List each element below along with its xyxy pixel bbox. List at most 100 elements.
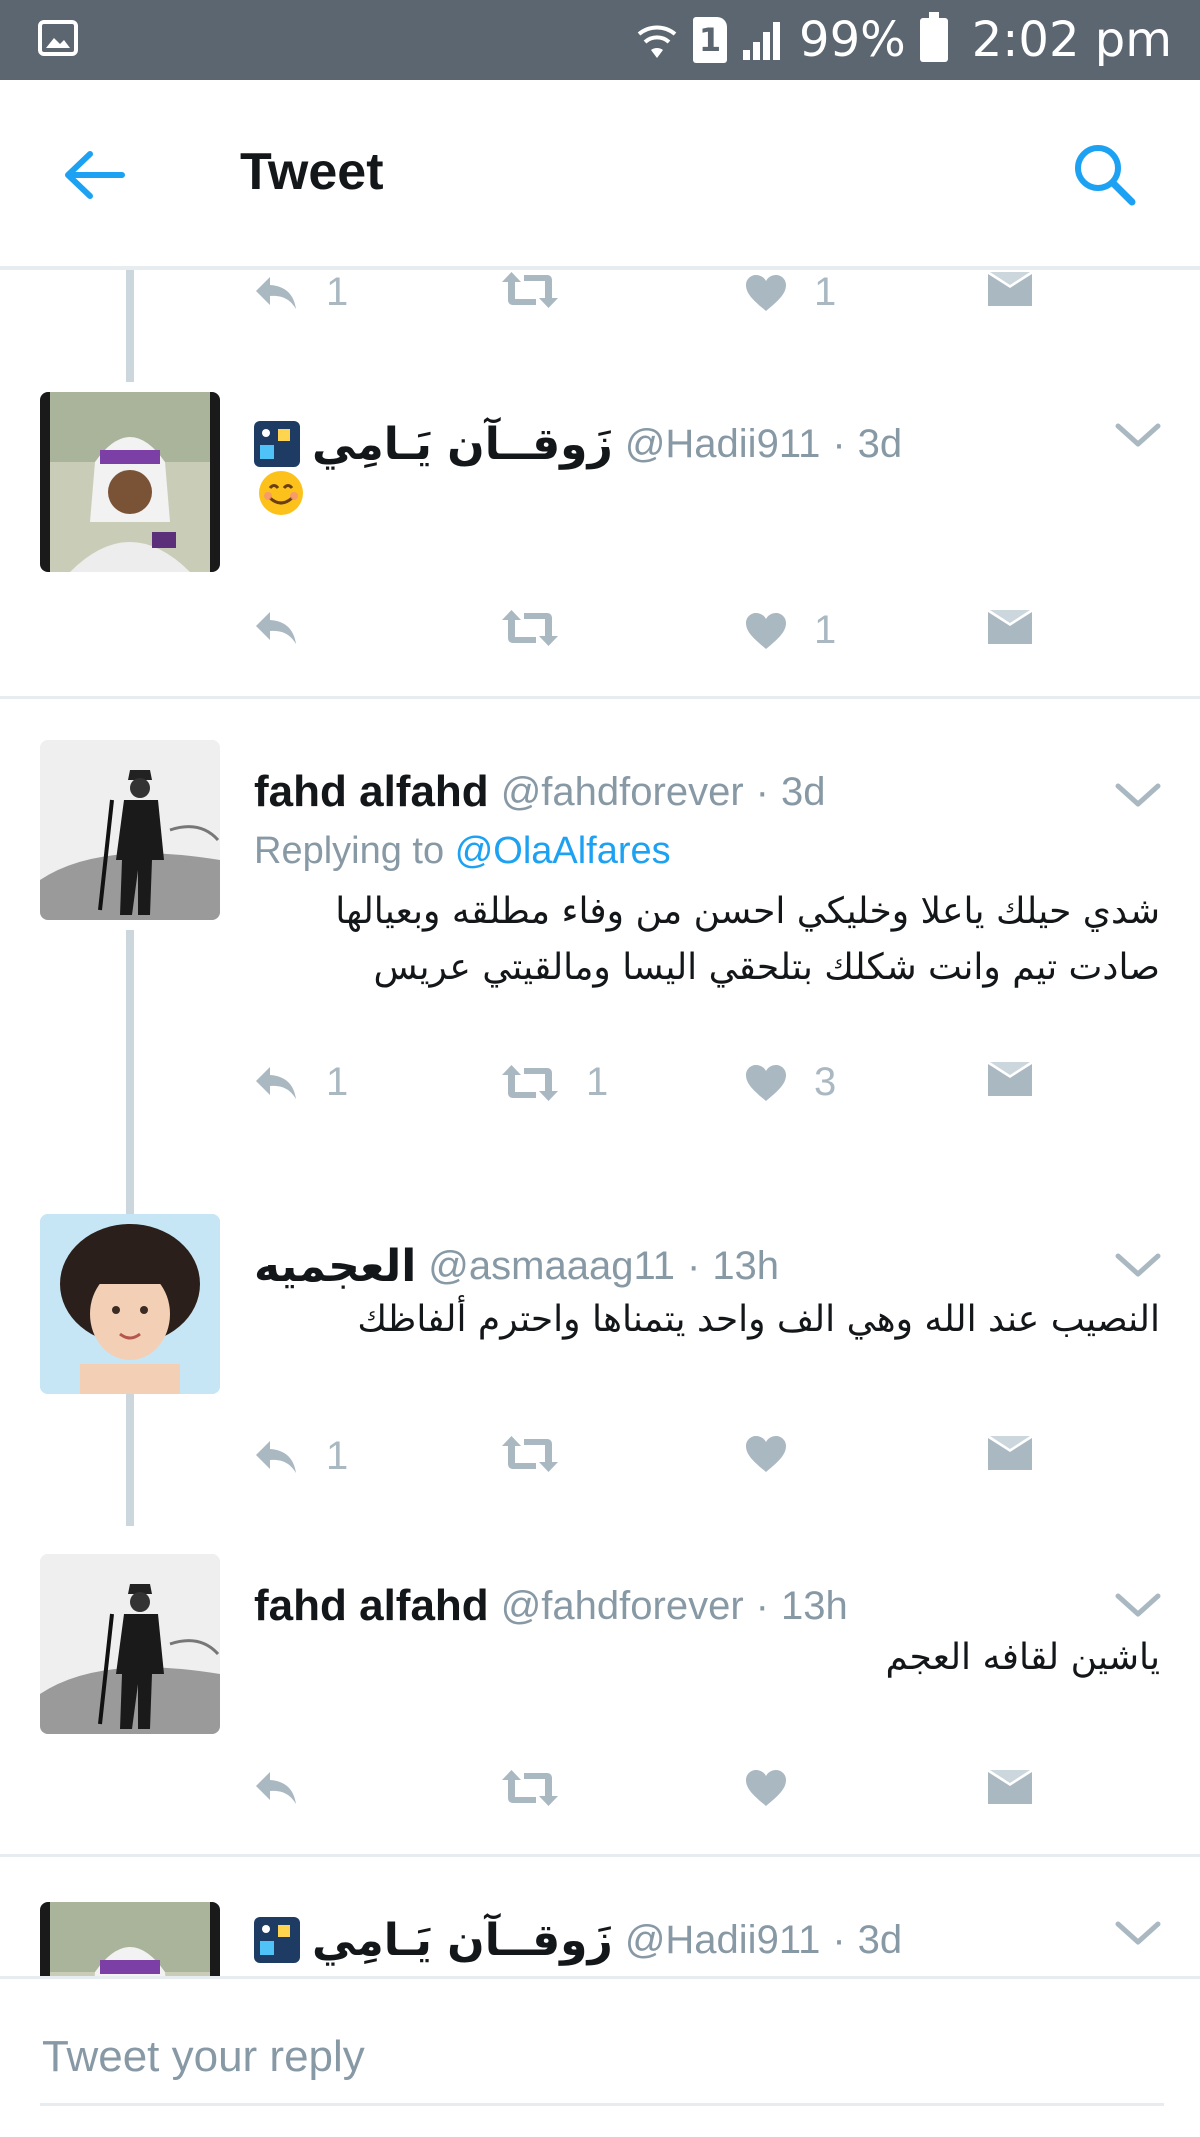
user-photo <box>40 1554 220 1734</box>
user-handle[interactable]: @Hadii911 <box>625 422 821 467</box>
replying-to: Replying to @OlaAlfares <box>254 830 671 873</box>
reply-count: 1 <box>326 1434 349 1478</box>
retweet-button[interactable]: 1 <box>500 1060 608 1105</box>
user-handle[interactable]: @Hadii911 <box>625 1918 821 1963</box>
separator-dot: · <box>686 1243 701 1288</box>
retweet-icon <box>500 1063 560 1103</box>
reply-button[interactable] <box>252 1768 326 1808</box>
chevron-down-icon[interactable] <box>1114 1590 1162 1620</box>
chevron-down-icon[interactable] <box>1114 780 1162 810</box>
user-handle[interactable]: @fahdforever <box>501 1584 744 1629</box>
divider <box>0 696 1200 699</box>
retweet-button[interactable] <box>500 1434 586 1474</box>
action-row <box>0 1768 1200 1828</box>
action-row: 1 <box>0 1434 1200 1494</box>
profile-badge-icon <box>254 1917 300 1963</box>
like-button[interactable] <box>744 1768 814 1808</box>
smiling-face-icon <box>259 471 303 515</box>
retweet-button[interactable] <box>500 1768 586 1808</box>
direct-message-button[interactable] <box>986 1434 1034 1474</box>
tweet[interactable]: العجميه @asmaaag11 · 13h النصيب عند الله… <box>0 1204 1200 1504</box>
thread-line <box>126 1394 134 1526</box>
chevron-down-icon[interactable] <box>1114 1250 1162 1280</box>
tweet-header: زَوقــآن يَـامِي @Hadii911 · 3d <box>254 414 1080 474</box>
retweet-count: 1 <box>586 1060 609 1104</box>
like-button[interactable]: 1 <box>744 270 836 315</box>
user-photo <box>40 1214 220 1394</box>
status-bar: 1 99% 2:02 pm <box>0 0 1200 80</box>
tweet[interactable]: fahd alfahd @fahdforever · 13h ياشين لقا… <box>0 1544 1200 1854</box>
retweet-button[interactable] <box>500 608 586 648</box>
user-name[interactable]: زَوقــآن يَـامِي <box>312 419 613 470</box>
retweet-icon <box>500 270 560 310</box>
tweet-header: fahd alfahd @fahdforever · 3d <box>254 762 1080 822</box>
tweet[interactable]: زَوقــآن يَـامِي @Hadii911 · 3d <box>0 382 1200 692</box>
reply-icon <box>252 1768 300 1808</box>
battery-percent: 99% <box>799 12 906 68</box>
envelope-icon <box>986 270 1034 310</box>
user-name[interactable]: fahd alfahd <box>254 1581 489 1631</box>
mention-link[interactable]: @OlaAlfares <box>455 830 671 872</box>
heart-icon <box>744 1768 788 1808</box>
user-name[interactable]: العجميه <box>254 1241 416 1292</box>
heart-icon <box>744 1063 788 1103</box>
user-photo <box>50 392 210 572</box>
heart-icon <box>744 611 788 651</box>
direct-message-button[interactable] <box>986 1060 1034 1100</box>
like-count: 1 <box>814 608 837 652</box>
user-photo <box>40 740 220 920</box>
avatar[interactable] <box>40 1214 220 1394</box>
reply-count: 1 <box>326 1060 349 1104</box>
like-button[interactable]: 3 <box>744 1060 836 1105</box>
retweet-button[interactable] <box>500 270 586 310</box>
chevron-down-icon[interactable] <box>1114 1918 1162 1948</box>
envelope-icon <box>986 1434 1034 1474</box>
like-button[interactable] <box>744 1434 814 1474</box>
direct-message-button[interactable] <box>986 270 1034 310</box>
like-count: 1 <box>814 270 837 314</box>
avatar[interactable] <box>40 1554 220 1734</box>
tweet-time: 3d <box>780 769 826 814</box>
envelope-icon <box>986 1060 1034 1100</box>
reply-button[interactable]: 1 <box>252 270 348 315</box>
tweet-time: 3d <box>857 421 903 466</box>
user-handle[interactable]: @fahdforever <box>501 770 744 815</box>
chevron-down-icon[interactable] <box>1114 420 1162 450</box>
action-row: 1 <box>0 608 1200 668</box>
tweet-text: النصيب عند الله وهي الف واحد يتمناها واح… <box>357 1299 1160 1340</box>
reply-button[interactable]: 1 <box>252 1434 348 1479</box>
tweet-time: 13h <box>780 1583 848 1628</box>
reply-icon <box>252 608 300 648</box>
tweet[interactable]: fahd alfahd @fahdforever · 3d Replying t… <box>0 730 1200 1130</box>
envelope-icon <box>986 608 1034 648</box>
tweet-thread: 1 1 زَوقــآن يَـامِي @Hadii911 · 3d 1 fa… <box>0 270 1200 1976</box>
reply-button[interactable]: 1 <box>252 1060 348 1105</box>
user-handle[interactable]: @asmaaag11 <box>428 1244 675 1289</box>
separator-dot: · <box>755 769 769 814</box>
tweet-header: زَوقــآن يَـامِي @Hadii911 · 3d <box>254 1910 1080 1970</box>
avatar[interactable] <box>40 392 220 572</box>
avatar[interactable] <box>40 740 220 920</box>
tweet-time: 13h <box>712 1243 780 1288</box>
direct-message-button[interactable] <box>986 1768 1034 1808</box>
tweet-time: 3d <box>857 1917 903 1962</box>
search-icon[interactable] <box>1068 138 1140 210</box>
action-row: 1 1 3 <box>0 1060 1200 1120</box>
user-name[interactable]: زَوقــآن يَـامِي <box>312 1915 613 1966</box>
like-button[interactable]: 1 <box>744 608 836 653</box>
tweet-header: fahd alfahd @fahdforever · 13h <box>254 1576 1080 1636</box>
direct-message-button[interactable] <box>986 608 1034 648</box>
avatar[interactable] <box>40 1902 220 1976</box>
tweet[interactable]: زَوقــآن يَـامِي @Hadii911 · 3d <box>0 1892 1200 1976</box>
reply-icon <box>252 1437 300 1477</box>
back-arrow-icon[interactable] <box>60 140 130 210</box>
user-name[interactable]: fahd alfahd <box>254 767 489 817</box>
reply-button[interactable] <box>252 608 326 648</box>
reply-count: 1 <box>326 270 349 314</box>
reply-icon <box>252 273 300 313</box>
tweet-text: شدي حيلك ياعلا وخليكي احسن من وفاء مطلقه… <box>335 891 1160 988</box>
clock: 2:02 pm <box>971 12 1172 68</box>
retweet-icon <box>500 608 560 648</box>
reply-input[interactable] <box>40 2011 1164 2106</box>
wifi-icon <box>637 25 677 58</box>
